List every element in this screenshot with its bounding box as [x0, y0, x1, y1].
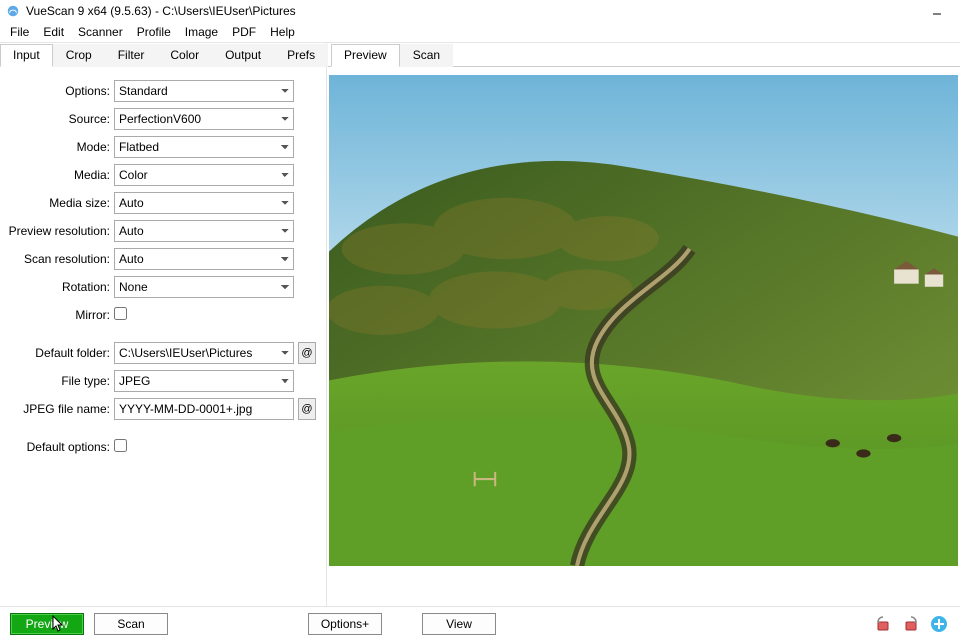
- scan-button[interactable]: Scan: [94, 613, 168, 635]
- tab-output[interactable]: Output: [212, 44, 274, 67]
- tab-input[interactable]: Input: [0, 44, 53, 67]
- media-size-select[interactable]: Auto: [114, 192, 294, 214]
- titlebar: VueScan 9 x64 (9.5.63) - C:\Users\IEUser…: [0, 0, 960, 22]
- source-select[interactable]: PerfectionV600: [114, 108, 294, 130]
- preview-button[interactable]: Preview: [10, 613, 84, 635]
- menu-image[interactable]: Image: [179, 24, 224, 40]
- mode-label: Mode:: [0, 140, 114, 154]
- preview-image[interactable]: [329, 75, 958, 566]
- scan-res-select[interactable]: Auto: [114, 248, 294, 270]
- settings-tabs: Input Crop Filter Color Output Prefs: [0, 43, 326, 67]
- menu-help[interactable]: Help: [264, 24, 301, 40]
- input-form: Options: Standard Source: PerfectionV600…: [0, 67, 326, 461]
- tab-prefs[interactable]: Prefs: [274, 44, 328, 67]
- rotation-select[interactable]: None: [114, 276, 294, 298]
- options-label: Options:: [0, 84, 114, 98]
- default-options-label: Default options:: [0, 440, 114, 454]
- view-button[interactable]: View: [422, 613, 496, 635]
- preview-panel: Preview Scan: [327, 43, 960, 606]
- jpeg-name-browse-button[interactable]: @: [298, 398, 316, 420]
- default-options-checkbox[interactable]: [114, 439, 127, 452]
- media-label: Media:: [0, 168, 114, 182]
- bottom-toolbar: Preview Scan Options+ View: [0, 606, 960, 640]
- tab-color[interactable]: Color: [157, 44, 212, 67]
- default-folder-select[interactable]: C:\Users\IEUser\Pictures: [114, 342, 294, 364]
- rotate-left-icon[interactable]: [872, 613, 894, 635]
- tab-scan[interactable]: Scan: [400, 44, 453, 67]
- app-icon: [6, 4, 20, 18]
- menu-profile[interactable]: Profile: [131, 24, 177, 40]
- preview-res-label: Preview resolution:: [0, 224, 114, 238]
- file-type-label: File type:: [0, 374, 114, 388]
- options-select[interactable]: Standard: [114, 80, 294, 102]
- mirror-checkbox[interactable]: [114, 307, 127, 320]
- tab-filter[interactable]: Filter: [105, 44, 158, 67]
- preview-area: [327, 67, 960, 606]
- rotation-label: Rotation:: [0, 280, 114, 294]
- default-folder-browse-button[interactable]: @: [298, 342, 316, 364]
- menu-scanner[interactable]: Scanner: [72, 24, 129, 40]
- file-type-select[interactable]: JPEG: [114, 370, 294, 392]
- settings-panel: Input Crop Filter Color Output Prefs Opt…: [0, 43, 327, 606]
- minimize-button[interactable]: [920, 1, 954, 21]
- media-size-label: Media size:: [0, 196, 114, 210]
- source-label: Source:: [0, 112, 114, 126]
- mirror-label: Mirror:: [0, 308, 114, 322]
- tab-crop[interactable]: Crop: [53, 44, 105, 67]
- preview-res-select[interactable]: Auto: [114, 220, 294, 242]
- jpeg-name-input[interactable]: [114, 398, 294, 420]
- options-plus-button[interactable]: Options+: [308, 613, 382, 635]
- mode-select[interactable]: Flatbed: [114, 136, 294, 158]
- tab-preview[interactable]: Preview: [331, 44, 400, 67]
- rotate-right-icon[interactable]: [900, 613, 922, 635]
- add-icon[interactable]: [928, 613, 950, 635]
- menu-pdf[interactable]: PDF: [226, 24, 262, 40]
- preview-tabs: Preview Scan: [327, 43, 960, 67]
- jpeg-name-label: JPEG file name:: [0, 402, 114, 416]
- window-title: VueScan 9 x64 (9.5.63) - C:\Users\IEUser…: [26, 4, 296, 18]
- menu-edit[interactable]: Edit: [37, 24, 70, 40]
- scan-res-label: Scan resolution:: [0, 252, 114, 266]
- menu-file[interactable]: File: [4, 24, 35, 40]
- media-select[interactable]: Color: [114, 164, 294, 186]
- menubar: File Edit Scanner Profile Image PDF Help: [0, 22, 960, 42]
- default-folder-label: Default folder:: [0, 346, 114, 360]
